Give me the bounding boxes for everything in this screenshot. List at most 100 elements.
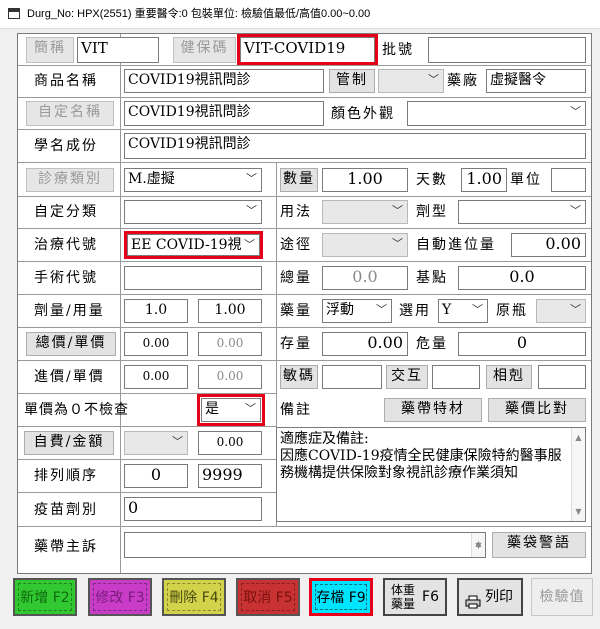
vaccine-dose-field[interactable]: 0: [124, 497, 262, 521]
drug-qty-select[interactable]: 浮動 ﹀: [322, 299, 392, 323]
control-select[interactable]: ﹀: [378, 69, 444, 93]
usage-label: 用法: [280, 204, 312, 220]
surgery-code-label: 手術代號: [34, 270, 98, 286]
total-price-field[interactable]: 0.00: [124, 332, 188, 356]
self-pay-button[interactable]: 自費/金額: [24, 431, 114, 455]
sensitive-code-field[interactable]: [322, 365, 382, 389]
window-icon: [8, 8, 20, 19]
row-divider: [18, 97, 591, 98]
sensitive-code-button[interactable]: 敏碼: [280, 365, 318, 389]
unit-price-field[interactable]: 0.00: [198, 332, 262, 356]
chevron-down-icon: ﹀: [570, 204, 581, 217]
chevron-down-icon: ﹀: [570, 105, 581, 118]
orig-bottle-label: 原瓶: [496, 303, 528, 319]
base-point-field[interactable]: 0.0: [458, 266, 586, 290]
incompat-field[interactable]: [538, 365, 586, 389]
save-f9-button[interactable]: 存檔 F9: [309, 578, 373, 616]
diagnosis-category-select[interactable]: M.虛擬 ﹀: [124, 168, 262, 192]
days-label: 天數: [416, 172, 448, 188]
bag-warning-button[interactable]: 藥袋警語: [492, 532, 586, 558]
color-look-select[interactable]: ﹀: [407, 101, 586, 126]
unit-label: 單位: [510, 172, 542, 188]
danger-qty-label: 危量: [416, 336, 448, 352]
dosage-form-label: 劑型: [416, 204, 448, 220]
complaint-scrollbar[interactable]: ▲ ▼: [471, 533, 485, 557]
batch-no-field[interactable]: [428, 37, 586, 63]
danger-qty-field[interactable]: 0: [458, 332, 586, 356]
in-unit-price-field[interactable]: 0.00: [198, 365, 262, 389]
scroll-up-icon[interactable]: ▲: [572, 429, 585, 446]
f6-key-label: F6: [422, 589, 439, 605]
chevron-down-icon: ﹀: [392, 204, 403, 217]
interaction-button[interactable]: 交互: [386, 365, 428, 389]
product-name-field[interactable]: COVID19視訊問診: [124, 69, 324, 93]
interaction-field[interactable]: [432, 365, 480, 389]
row-divider: [18, 228, 591, 229]
surgery-code-field[interactable]: [124, 266, 262, 290]
custom-class-label: 自定分類: [34, 204, 98, 220]
select-use-select[interactable]: Y ﹀: [438, 299, 488, 323]
drug-qty-label: 藥量: [280, 303, 312, 319]
quantity-field[interactable]: 1.00: [322, 168, 408, 192]
modify-f3-button[interactable]: 修改 F3: [88, 578, 152, 616]
incompat-button[interactable]: 相剋: [486, 365, 532, 389]
note-scrollbar[interactable]: ▲ ▼: [571, 428, 585, 521]
delete-f4-button[interactable]: 刪除 F4: [162, 578, 226, 616]
highlight-treatment-code: [124, 231, 263, 259]
chevron-down-icon: ﹀: [472, 303, 483, 316]
manufacturer-label: 藥廠: [447, 73, 479, 89]
sort-order-a-field[interactable]: 0: [124, 464, 188, 488]
custom-name-field[interactable]: COVID19視訊問診: [124, 101, 324, 126]
window-title: Durg_No: HPX(2551) 重要醫令:0 包裝單位: 檢驗值最低/高值…: [27, 8, 371, 20]
cancel-f5-button[interactable]: 取消 F5: [236, 578, 300, 616]
abbr-field[interactable]: VIT: [77, 37, 159, 63]
abbr-button[interactable]: 簡稱: [26, 37, 74, 63]
indication-note-textarea[interactable]: 適應症及備註: 因應COVID-19疫情全民健康保險特約醫事服務機構提供保險對象…: [276, 427, 586, 522]
row-divider: [18, 327, 591, 328]
batch-no-label: 批號: [382, 42, 414, 58]
bag-complaint-label: 藥帶主訴: [34, 539, 98, 555]
manufacturer-field[interactable]: 虛擬醫令: [486, 69, 586, 93]
custom-name-button[interactable]: 自定名稱: [26, 101, 114, 126]
highlight-zero-price-check: [197, 394, 265, 426]
dosage-form-select[interactable]: ﹀: [458, 200, 586, 224]
drug-bag-material-button[interactable]: 藥帶特材: [384, 398, 482, 422]
chevron-down-icon: ﹀: [428, 73, 439, 86]
quantity-button[interactable]: 數量: [280, 168, 318, 192]
base-point-label: 基點: [416, 270, 448, 286]
scroll-down-icon[interactable]: ▼: [472, 536, 485, 556]
usage-select[interactable]: ﹀: [322, 200, 408, 224]
auto-carry-label: 自動進位量: [416, 237, 496, 253]
row-divider: [18, 526, 591, 527]
total-unit-price-button[interactable]: 總價/單價: [26, 332, 116, 356]
custom-class-select[interactable]: ﹀: [124, 200, 262, 224]
generic-name-field[interactable]: COVID19視訊問診: [124, 133, 586, 159]
days-field[interactable]: 1.00: [461, 168, 507, 192]
total-label: 總量: [280, 270, 312, 286]
self-pay-amount-field[interactable]: 0.00: [198, 431, 262, 455]
control-button[interactable]: 管制: [329, 69, 375, 93]
print-button[interactable]: 列印: [457, 578, 523, 616]
in-price-field[interactable]: 0.00: [124, 365, 188, 389]
zero-price-check-label: 單價為０不檢查: [24, 402, 129, 418]
window-titlebar: Durg_No: HPX(2551) 重要醫令:0 包裝單位: 檢驗值最低/高值…: [0, 0, 600, 29]
auto-carry-field[interactable]: 0.00: [511, 233, 586, 257]
scroll-down-icon[interactable]: ▼: [572, 503, 585, 520]
diagnosis-category-button[interactable]: 診療類別: [26, 168, 114, 192]
self-pay-select[interactable]: ﹀: [124, 431, 188, 455]
sort-order-b-field[interactable]: 9999: [198, 464, 262, 488]
usage-qty-field[interactable]: 1.00: [198, 299, 262, 323]
add-f2-button[interactable]: 新增 F2: [13, 578, 77, 616]
stock-field[interactable]: 0.00: [322, 332, 408, 356]
unit-field[interactable]: [551, 168, 586, 192]
row-divider: [18, 294, 591, 295]
dose-field[interactable]: 1.0: [124, 299, 188, 323]
nhi-code-button[interactable]: 健保碼: [173, 37, 236, 63]
lab-value-button[interactable]: 檢驗值: [531, 578, 593, 616]
price-compare-button[interactable]: 藥價比對: [488, 398, 586, 422]
bag-complaint-field[interactable]: ▲ ▼: [124, 532, 486, 558]
weight-dose-f6-button[interactable]: 体重 藥量 F6: [383, 578, 447, 616]
total-field[interactable]: 0.0: [322, 266, 408, 290]
route-select[interactable]: ﹀: [322, 233, 408, 257]
orig-bottle-select[interactable]: ﹀: [536, 299, 586, 323]
